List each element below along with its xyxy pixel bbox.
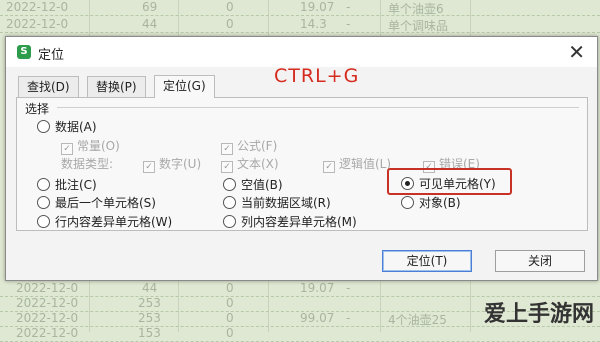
option-formula: ✓ 公式(F) — [221, 137, 277, 155]
option-blank[interactable]: 空值(B) — [223, 176, 283, 193]
sheet-cell: - — [346, 17, 351, 31]
sheet-cell: 69 — [142, 0, 158, 14]
option-last-cell[interactable]: 最后一个单元格(S) — [37, 194, 156, 211]
select-panel: 选择 数据(A) ✓ 常量(O) ✓ 公式(F) 数据类型: ✓ 数字(U) ✓ 文本(… — [16, 97, 588, 231]
option-label: 空值(B) — [241, 178, 283, 192]
sheet-cell: 19.07 — [300, 0, 335, 14]
close-icon[interactable]: ✕ — [568, 40, 585, 64]
sheet-cell: 单个调味品 — [388, 19, 449, 33]
option-comment[interactable]: 批注(C) — [37, 176, 97, 193]
group-label: 选择 — [25, 102, 50, 116]
tab-find[interactable]: 查找(D) — [18, 76, 79, 97]
sheet-cell: - — [346, 311, 351, 325]
sheet-cell: 单个油壶6 — [388, 2, 444, 16]
radio-icon — [223, 178, 236, 191]
sheet-cell: 2022-12-0 — [16, 281, 79, 295]
sheet-cell: 2022-12-0 — [6, 17, 69, 31]
option-row-differences[interactable]: 行内容差异单元格(W) — [37, 213, 172, 230]
option-column-differences[interactable]: 列内容差异单元格(M) — [223, 213, 357, 230]
group-divider — [57, 107, 579, 108]
sheet-cell: 0 — [226, 296, 234, 310]
checkbox-icon: ✓ — [221, 143, 233, 155]
sheet-cell: 153 — [138, 326, 161, 340]
option-current-region[interactable]: 当前数据区域(R) — [223, 194, 331, 211]
sheet-cell: 2022-12-0 — [16, 296, 79, 310]
option-number: ✓ 数字(U) — [143, 155, 201, 173]
radio-icon — [223, 215, 236, 228]
option-label: 文本(X) — [237, 157, 279, 171]
option-text: ✓ 文本(X) — [221, 155, 279, 173]
radio-icon — [37, 178, 50, 191]
sheet-row: 2022-12-0 69 0 19.07 - 单个油壶6 — [0, 0, 600, 16]
option-object[interactable]: 对象(B) — [401, 194, 461, 211]
sheet-cell: 2022-12-0 — [6, 0, 69, 14]
sheet-cell: 44 — [142, 17, 158, 31]
option-logic: ✓ 逻辑值(L) — [323, 155, 391, 173]
option-label: 列内容差异单元格(M) — [241, 215, 357, 229]
shortcut-annotation: CTRL+G — [274, 65, 360, 87]
option-constant: ✓ 常量(O) — [61, 137, 120, 155]
option-label: 最后一个单元格(S) — [55, 196, 156, 210]
checkbox-icon: ✓ — [61, 143, 73, 155]
sheet-cell: 0 — [226, 17, 234, 31]
option-label: 当前数据区域(R) — [241, 196, 331, 210]
sheet-cell: 19.07 — [300, 281, 335, 295]
radio-icon — [37, 120, 50, 133]
sheet-cell: 0 — [226, 0, 234, 14]
radio-icon — [37, 196, 50, 209]
option-label: 公式(F) — [237, 139, 278, 153]
option-label: 逻辑值(L) — [339, 157, 392, 171]
sheet-cell: 99.07 — [300, 311, 335, 325]
radio-icon — [401, 196, 414, 209]
watermark-logo: 爱上手游网 — [483, 302, 594, 327]
checkbox-icon: ✓ — [221, 161, 233, 173]
sheet-row: 2022-12-0 44 0 14.3 - 单个调味品 — [0, 17, 600, 33]
close-button[interactable]: 关闭 — [495, 250, 585, 272]
radio-icon — [223, 196, 236, 209]
sheet-cell: 0 — [226, 326, 234, 340]
option-label: 数字(U) — [159, 157, 202, 171]
highlight-annotation-box — [387, 168, 512, 195]
goto-dialog: S 定位 ✕ 查找(D) 替换(P) 定位(G) CTRL+G 选择 数据(A)… — [5, 36, 598, 281]
sheet-cell: 2022-12-0 — [16, 311, 79, 325]
sheet-row: 2022-12-0 44 0 19.07 - — [0, 281, 600, 297]
tab-goto[interactable]: 定位(G) — [154, 75, 215, 98]
sheet-cell: 253 — [138, 311, 161, 325]
sheet-cell: 44 — [142, 281, 158, 295]
data-type-label: 数据类型: — [61, 157, 114, 171]
dialog-titlebar: S 定位 ✕ — [6, 37, 597, 67]
sheet-cell: - — [346, 0, 351, 14]
tab-replace[interactable]: 替换(P) — [87, 76, 146, 97]
radio-icon — [37, 215, 50, 228]
sheet-cell: 0 — [226, 281, 234, 295]
goto-button[interactable]: 定位(T) — [382, 250, 472, 272]
option-label: 行内容差异单元格(W) — [55, 215, 173, 229]
app-logo-icon: S — [17, 45, 31, 59]
option-data[interactable]: 数据(A) — [37, 118, 97, 135]
sheet-cell: 14.3 — [300, 17, 327, 31]
sheet-cell: 253 — [138, 296, 161, 310]
dialog-title: 定位 — [38, 48, 65, 63]
option-label: 批注(C) — [55, 178, 97, 192]
option-label: 数据(A) — [55, 120, 97, 134]
option-label: 常量(O) — [77, 139, 120, 153]
sheet-cell: 2022-12-0 — [16, 326, 79, 340]
option-label: 对象(B) — [419, 196, 461, 210]
sheet-cell: - — [346, 281, 351, 295]
checkbox-icon: ✓ — [323, 161, 335, 173]
checkbox-icon: ✓ — [143, 161, 155, 173]
sheet-cell: 0 — [226, 311, 234, 325]
